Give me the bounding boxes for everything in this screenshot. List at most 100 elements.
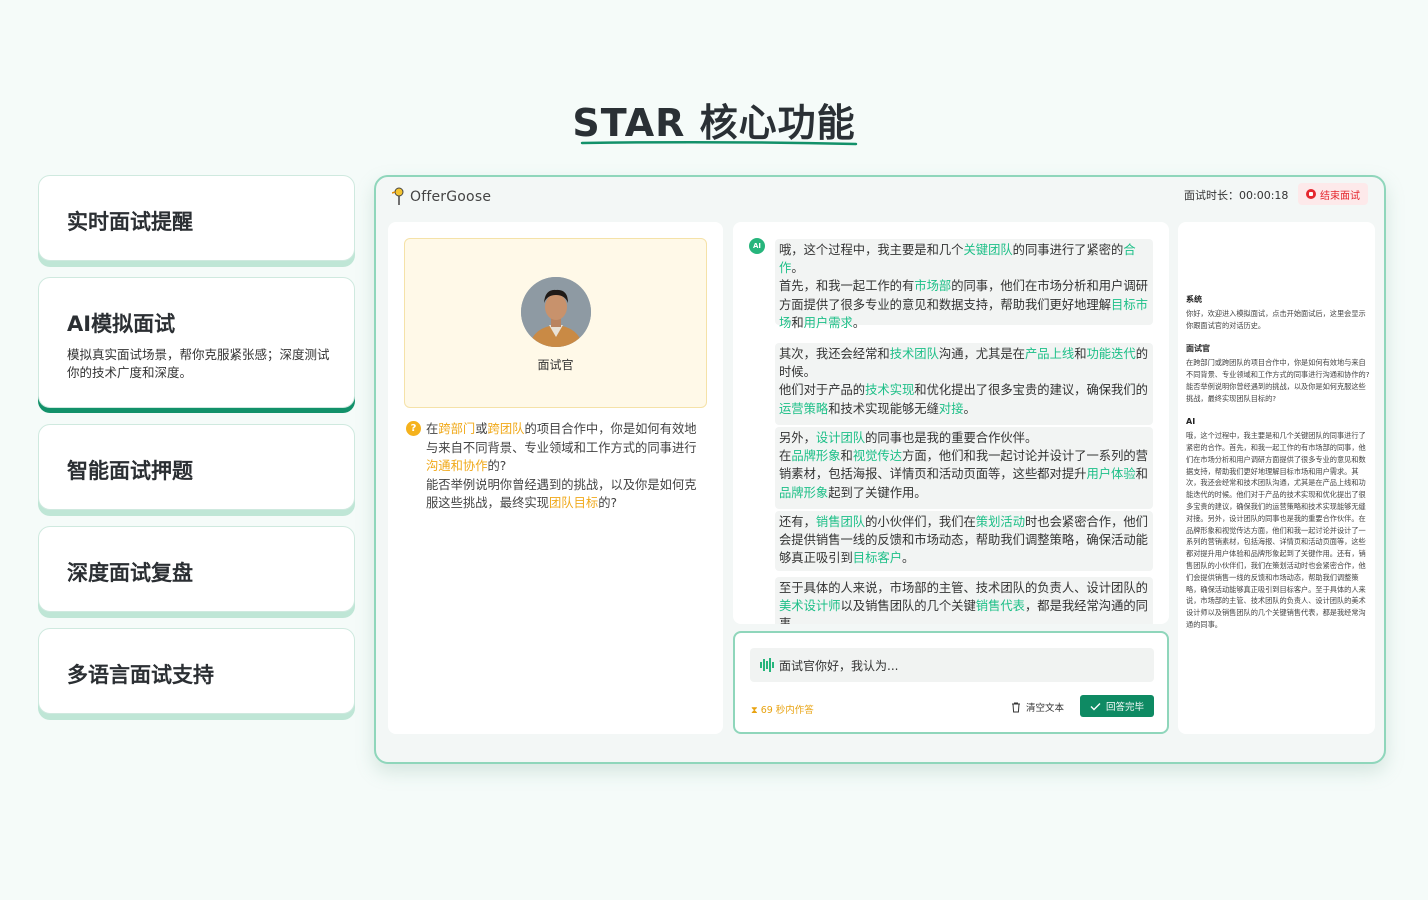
answer-message: 还有，销售团队的小伙伴们，我们在策划活动时也会紧密合作，他们会提供销售一线的反馈… [775,511,1153,571]
text-segment: 在 [779,449,792,464]
keyword-highlight: 用户需求 [803,315,853,330]
keyword-highlight: 策划活动 [975,515,1025,529]
goose-logo-icon [392,187,404,205]
text-segment: 在 [426,422,439,436]
text-segment: 或 [475,422,488,436]
interviewer-portrait-icon [521,277,591,347]
text-segment: 沟通，尤其是在 [938,347,1025,361]
text-segment: 和 [1074,347,1087,361]
text-segment: 哦，这个过程中，我主要是和几个 [779,243,964,257]
interviewer-label: 面试官 [537,358,574,372]
text-segment: 。 [902,551,915,566]
avatar [521,277,591,347]
text-segment: 至于具体的人来说，市场部的主管、技术团队的负责人、设计团队的 [779,581,1148,595]
text-segment: 的同事进行了紧密的 [1012,243,1124,257]
answer-panel: AI 哦，这个过程中，我主要是和几个关键团队的同事进行了紧密的合作。 首先，和我一… [733,222,1169,624]
question-icon: ? [406,421,421,436]
keyword-highlight: 目标客户 [852,551,902,566]
text-segment: 的小伙伴们，我们在 [865,515,976,529]
keyword-highlight: 关键团队 [963,243,1013,257]
keyword-highlight: 视觉传达 [852,449,903,464]
keyword-highlight: 市场部 [914,279,952,294]
feature-title: 多语言面试支持 [67,663,214,687]
transcript: 系统 你好，欢迎进入模拟面试，点击开始面试后，这里会显示你跟面试官的对话历史。 … [1186,294,1370,631]
answer-message: 另外，设计团队的同事也是我的重要合作伙伴。 在品牌形象和视觉传达方面，他们和我一起… [775,427,1153,509]
text-segment: 。 [791,261,804,276]
answer-input[interactable]: 面试官你好，我认为... [750,648,1154,682]
logo-text: OfferGoose [410,189,492,205]
text-segment: 和优化提出了很多宝贵的建议，确保我们的 [914,383,1148,398]
feature-card-multilang[interactable]: 多语言面试支持 [38,628,355,714]
answer-input-value: 面试官你好，我认为... [779,658,899,673]
stop-icon [1306,189,1316,199]
voice-wave-icon [760,658,775,672]
feature-card-ai-mock[interactable]: AI模拟面试 模拟真实面试场景，帮你克服紧张感；深度测试你的技术广度和深度。 [38,277,355,408]
text-segment: 和 [791,315,804,330]
end-interview-label: 结束面试 [1320,190,1360,202]
keyword-highlight: 产品上线 [1024,347,1075,361]
keyword-highlight: 跨部门 [438,422,476,436]
text-segment: 他们对于产品的 [779,383,866,398]
page-title: STAR 核心功能 [572,101,856,145]
transcript-speaker: AI [1186,417,1196,427]
hourglass-icon: ⧗ [751,705,758,716]
feature-card-review[interactable]: 深度面试复盘 [38,526,355,612]
interview-timer: 面试时长：00:00:18 [1184,189,1289,202]
keyword-highlight: 销售代表 [975,599,1025,614]
clear-text-label: 清空文本 [1026,703,1065,714]
keyword-highlight: 功能迭代 [1086,347,1136,361]
keyword-highlight: 美术设计师 [779,599,841,614]
keyword-highlight: 团队目标 [548,496,599,510]
text-segment: 。 [963,401,976,416]
transcript-text: 在跨部门或跨团队的项目合作中，你是如何有效地与来自不同背景、专业领域和工作方式的… [1186,358,1370,403]
keyword-highlight: 技术团队 [889,347,939,361]
text-segment: 和 [1135,467,1148,482]
end-interview-button[interactable]: 结束面试 [1298,183,1368,205]
text-segment: 其次，我还会经常和 [779,347,890,361]
app-window: OfferGoose 面试时长：00:00:18 结束面试 面试官 ? 在跨部门… [374,175,1386,764]
transcript-speaker: 面试官 [1186,344,1210,354]
keyword-highlight: 对接 [938,401,964,416]
text-segment: 另外， [779,431,816,445]
answer-message: 至于具体的人来说，市场部的主管、技术团队的负责人、设计团队的美术设计师以及销售团… [775,577,1153,624]
keyword-highlight: 用户体验 [1086,467,1136,482]
feature-title: AI模拟面试 [67,312,176,336]
clear-text-button[interactable]: 清空文本 [1011,700,1064,714]
logo: OfferGoose [392,185,491,209]
transcript-speaker: 系统 [1186,295,1202,304]
feature-title: 深度面试复盘 [67,561,193,585]
text-segment: 的同事也是我的重要合作伙伴。 [865,431,1038,445]
check-icon [1090,702,1101,710]
trash-icon [1012,702,1020,712]
text-segment: 起到了关键作用。 [828,485,927,500]
keyword-highlight: 品牌形象 [779,485,829,500]
text-segment: 以及销售团队的几个关键 [840,599,976,614]
transcript-panel: 系统 你好，欢迎进入模拟面试，点击开始面试后，这里会显示你跟面试官的对话历史。 … [1178,222,1375,734]
feature-title: 智能面试押题 [67,459,193,483]
answer-done-button[interactable]: 回答完毕 [1080,695,1154,717]
feature-description: 模拟真实面试场景，帮你克服紧张感；深度测试你的技术广度和深度。 [67,347,330,380]
ai-badge: AI [749,238,765,254]
transcript-text: 哦，这个过程中，我主要是和几个关键团队的同事进行了紧密的合作。首先，和我一起工作… [1186,431,1366,629]
keyword-highlight: 运营策略 [779,401,829,416]
interviewer-card: 面试官 [404,238,707,408]
keyword-highlight: 沟通和协作 [426,459,488,473]
text-segment: 。 [852,315,866,330]
interviewer-panel: 面试官 ? 在跨部门或跨团队的项目合作中，你是如何有效地与来自不同背景、专业领域… [388,222,723,734]
text-segment: 的? [487,459,507,473]
answer-done-label: 回答完毕 [1105,702,1144,713]
text-segment: 和技术实现能够无缝 [828,401,939,416]
keyword-highlight: 跨团队 [487,422,525,436]
feature-title: 实时面试提醒 [67,210,193,234]
feature-card-predict[interactable]: 智能面试押题 [38,424,355,510]
countdown-label: 69 秒内作答 [760,705,814,716]
feature-card-realtime[interactable]: 实时面试提醒 [38,175,355,261]
transcript-text: 你好，欢迎进入模拟面试，点击开始面试后，这里会显示你跟面试官的对话历史。 [1186,308,1366,330]
question-text: 在跨部门或跨团队的项目合作中，你是如何有效地与来自不同背景、专业领域和工作方式的… [406,420,706,513]
keyword-highlight: 品牌形象 [791,449,841,464]
keyword-highlight: 技术实现 [865,383,915,398]
keyword-highlight: 设计团队 [815,431,866,445]
keyword-highlight: 销售团队 [815,515,866,529]
countdown: ⧗ 69 秒内作答 [751,702,814,716]
text-segment: 首先，和我一起工作的有 [779,279,915,294]
